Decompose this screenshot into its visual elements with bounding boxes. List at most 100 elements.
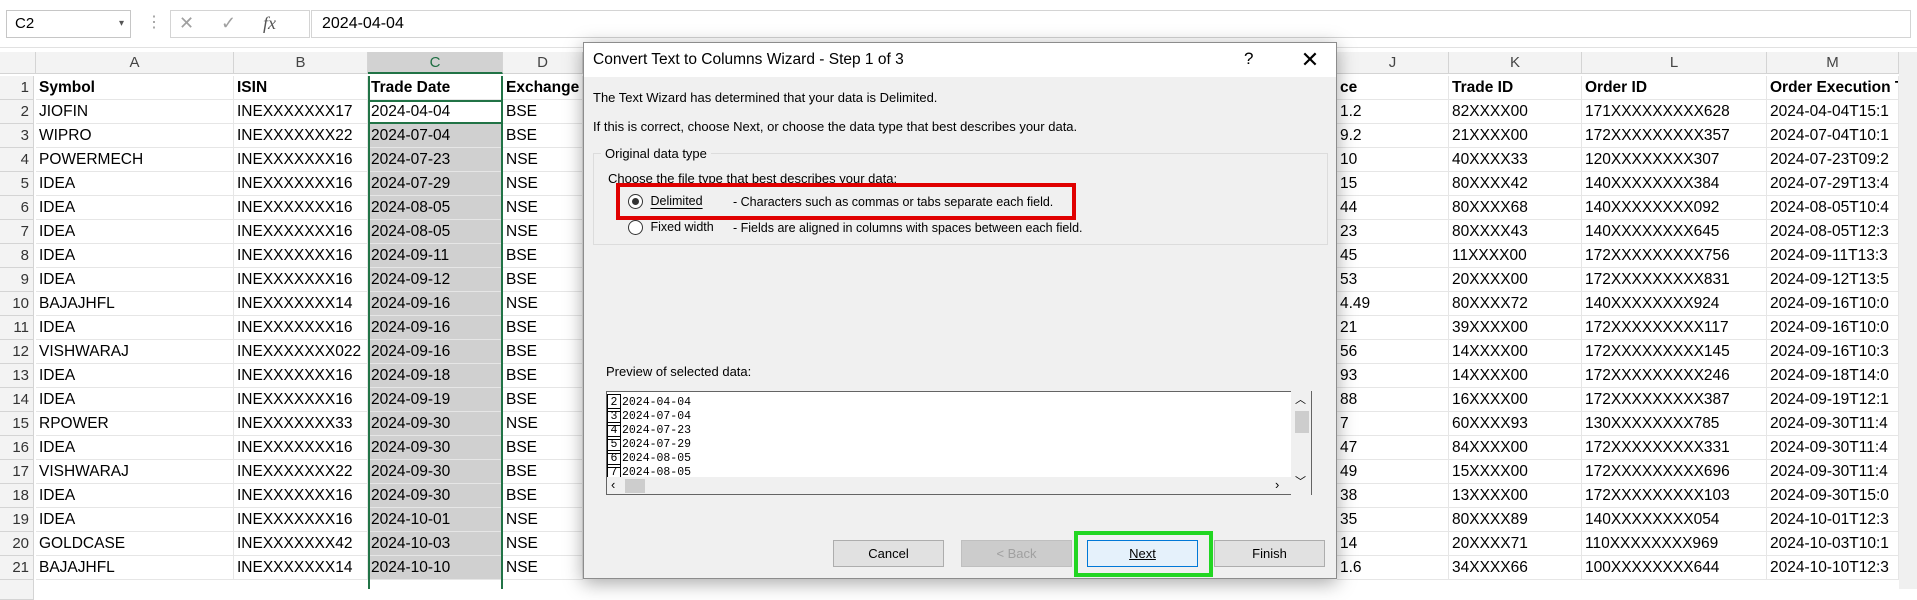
cell-d14[interactable]: BSE bbox=[503, 388, 583, 412]
cell-l12[interactable]: 172XXXXXXXXX145 bbox=[1582, 340, 1767, 364]
cell-a2[interactable]: JIOFIN bbox=[36, 100, 234, 124]
cell-k6[interactable]: 80XXXX68 bbox=[1449, 196, 1582, 220]
row-header[interactable]: 16 bbox=[0, 436, 34, 460]
cell-j16[interactable]: 47 bbox=[1337, 436, 1449, 460]
cell-l20[interactable]: 110XXXXXXXX969 bbox=[1582, 532, 1767, 556]
select-all-corner[interactable] bbox=[0, 52, 36, 74]
cell-l17[interactable]: 172XXXXXXXXX696 bbox=[1582, 460, 1767, 484]
cell-b21[interactable]: INEXXXXXXX14 bbox=[234, 556, 368, 580]
cell-m3[interactable]: 2024-07-04T10:1 bbox=[1767, 124, 1899, 148]
cell-k20[interactable]: 20XXXX71 bbox=[1449, 532, 1582, 556]
cell-d13[interactable]: BSE bbox=[503, 364, 583, 388]
preview-vscroll[interactable]: ︿ ﹀ bbox=[1291, 391, 1311, 495]
cell-d7[interactable]: NSE bbox=[503, 220, 583, 244]
cell-j13[interactable]: 93 bbox=[1337, 364, 1449, 388]
row-header[interactable]: 19 bbox=[0, 508, 34, 532]
cell-m16[interactable]: 2024-09-30T11:4 bbox=[1767, 436, 1899, 460]
cell-m5[interactable]: 2024-07-29T13:4 bbox=[1767, 172, 1899, 196]
cell-k17[interactable]: 15XXXX00 bbox=[1449, 460, 1582, 484]
cancel-button[interactable]: Cancel bbox=[833, 540, 944, 567]
cell-k1[interactable]: Trade ID bbox=[1449, 76, 1582, 100]
cell-l19[interactable]: 140XXXXXXXX054 bbox=[1582, 508, 1767, 532]
cell-j1[interactable]: ce bbox=[1337, 76, 1449, 100]
cell-a3[interactable]: WIPRO bbox=[36, 124, 234, 148]
formula-input[interactable]: 2024-04-04 bbox=[311, 10, 1911, 38]
scroll-left-icon[interactable]: ‹ bbox=[611, 477, 615, 492]
row-header[interactable]: 17 bbox=[0, 460, 34, 484]
cell-j3[interactable]: 9.2 bbox=[1337, 124, 1449, 148]
cell-j6[interactable]: 44 bbox=[1337, 196, 1449, 220]
cell-k11[interactable]: 39XXXX00 bbox=[1449, 316, 1582, 340]
cell-b16[interactable]: INEXXXXXXX16 bbox=[234, 436, 368, 460]
cell-l11[interactable]: 172XXXXXXXXX117 bbox=[1582, 316, 1767, 340]
cell-d19[interactable]: NSE bbox=[503, 508, 583, 532]
cell-a11[interactable]: IDEA bbox=[36, 316, 234, 340]
row-header[interactable] bbox=[0, 580, 34, 600]
row-header[interactable]: 8 bbox=[0, 244, 34, 268]
cell-a5[interactable]: IDEA bbox=[36, 172, 234, 196]
cell-d10[interactable]: NSE bbox=[503, 292, 583, 316]
column-header-k[interactable]: K bbox=[1449, 52, 1582, 74]
back-button[interactable]: < Back bbox=[961, 540, 1072, 567]
cell-b9[interactable]: INEXXXXXXX16 bbox=[234, 268, 368, 292]
cell-b2[interactable]: INEXXXXXXX17 bbox=[234, 100, 368, 124]
cell-l6[interactable]: 140XXXXXXXX092 bbox=[1582, 196, 1767, 220]
vertical-scrollbar[interactable] bbox=[1899, 52, 1917, 589]
row-header[interactable]: 10 bbox=[0, 292, 34, 316]
cell-d12[interactable]: BSE bbox=[503, 340, 583, 364]
cell-c13[interactable]: 2024-09-18 bbox=[368, 364, 503, 388]
cell-j12[interactable]: 56 bbox=[1337, 340, 1449, 364]
cell-b8[interactable]: INEXXXXXXX16 bbox=[234, 244, 368, 268]
cell-j9[interactable]: 53 bbox=[1337, 268, 1449, 292]
cell-a4[interactable]: POWERMECH bbox=[36, 148, 234, 172]
cell-b11[interactable]: INEXXXXXXX16 bbox=[234, 316, 368, 340]
cell-a6[interactable]: IDEA bbox=[36, 196, 234, 220]
help-icon[interactable]: ? bbox=[1244, 49, 1253, 69]
cell-j8[interactable]: 45 bbox=[1337, 244, 1449, 268]
row-header[interactable]: 14 bbox=[0, 388, 34, 412]
cell-a10[interactable]: BAJAJHFL bbox=[36, 292, 234, 316]
cell-a7[interactable]: IDEA bbox=[36, 220, 234, 244]
cell-c9[interactable]: 2024-09-12 bbox=[368, 268, 503, 292]
cell-a18[interactable]: IDEA bbox=[36, 484, 234, 508]
scroll-thumb[interactable] bbox=[625, 479, 645, 493]
cell-d3[interactable]: BSE bbox=[503, 124, 583, 148]
preview-hscroll[interactable]: ‹ › bbox=[607, 477, 1311, 494]
cell-k8[interactable]: 11XXXX00 bbox=[1449, 244, 1582, 268]
scroll-up-icon[interactable]: ︿ bbox=[1295, 391, 1306, 407]
cell-j17[interactable]: 49 bbox=[1337, 460, 1449, 484]
cell-c16[interactable]: 2024-09-30 bbox=[368, 436, 503, 460]
cell-k5[interactable]: 80XXXX42 bbox=[1449, 172, 1582, 196]
chevron-down-icon[interactable]: ▾ bbox=[119, 11, 124, 37]
scroll-right-icon[interactable]: › bbox=[1275, 477, 1279, 492]
cell-c12[interactable]: 2024-09-16 bbox=[368, 340, 503, 364]
cell-l7[interactable]: 140XXXXXXXX645 bbox=[1582, 220, 1767, 244]
cell-a15[interactable]: RPOWER bbox=[36, 412, 234, 436]
cell-c18[interactable]: 2024-09-30 bbox=[368, 484, 503, 508]
cell-a21[interactable]: BAJAJHFL bbox=[36, 556, 234, 580]
cell-c1[interactable]: Trade Date bbox=[368, 76, 503, 100]
insert-function-icon[interactable]: fx bbox=[263, 13, 276, 34]
column-header-j[interactable]: J bbox=[1337, 52, 1449, 74]
cell-b3[interactable]: INEXXXXXXX22 bbox=[234, 124, 368, 148]
cell-l8[interactable]: 172XXXXXXXXX756 bbox=[1582, 244, 1767, 268]
cell-m19[interactable]: 2024-10-01T12:3 bbox=[1767, 508, 1899, 532]
cell-j14[interactable]: 88 bbox=[1337, 388, 1449, 412]
column-header-m[interactable]: M bbox=[1767, 52, 1899, 74]
cell-b4[interactable]: INEXXXXXXX16 bbox=[234, 148, 368, 172]
cell-k4[interactable]: 40XXXX33 bbox=[1449, 148, 1582, 172]
cell-c7[interactable]: 2024-08-05 bbox=[368, 220, 503, 244]
cell-j2[interactable]: 1.2 bbox=[1337, 100, 1449, 124]
cell-l4[interactable]: 120XXXXXXXX307 bbox=[1582, 148, 1767, 172]
cell-l13[interactable]: 172XXXXXXXXX246 bbox=[1582, 364, 1767, 388]
cell-b20[interactable]: INEXXXXXXX42 bbox=[234, 532, 368, 556]
cell-k16[interactable]: 84XXXX00 bbox=[1449, 436, 1582, 460]
cell-c21[interactable]: 2024-10-10 bbox=[368, 556, 503, 580]
row-header[interactable]: 13 bbox=[0, 364, 34, 388]
cell-j21[interactable]: 1.6 bbox=[1337, 556, 1449, 580]
cell-a14[interactable]: IDEA bbox=[36, 388, 234, 412]
cell-m2[interactable]: 2024-04-04T15:1 bbox=[1767, 100, 1899, 124]
cell-b18[interactable]: INEXXXXXXX16 bbox=[234, 484, 368, 508]
cell-m1[interactable]: Order Execution T bbox=[1767, 76, 1899, 100]
cell-l5[interactable]: 140XXXXXXXX384 bbox=[1582, 172, 1767, 196]
